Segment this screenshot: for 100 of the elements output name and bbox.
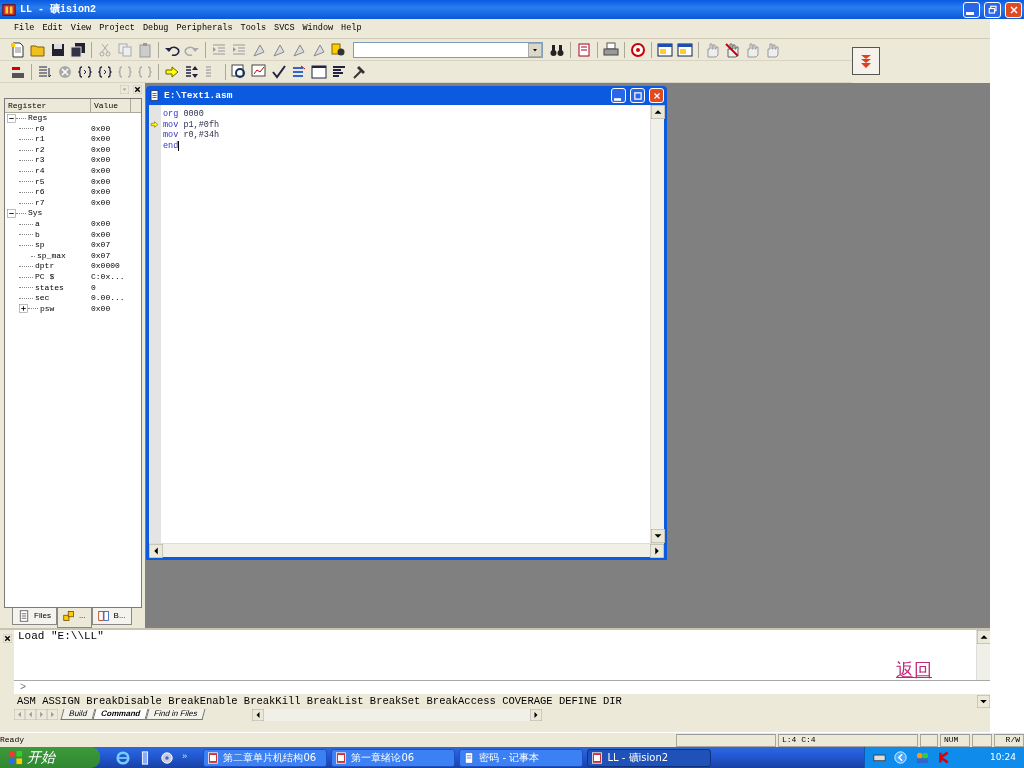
figures-icon[interactable] (915, 750, 930, 765)
output-tab[interactable]: Command (92, 709, 149, 720)
menu-item[interactable]: Peripherals (172, 23, 237, 34)
scroll-down-icon[interactable] (977, 695, 990, 708)
panel-tab[interactable]: ... (56, 608, 92, 628)
tree-item[interactable]: r5 (35, 176, 45, 188)
collapse-icon[interactable] (7, 209, 16, 219)
close-icon[interactable] (2, 634, 12, 643)
save-icon[interactable] (50, 41, 66, 58)
no-hand-icon[interactable] (724, 41, 740, 58)
printer-icon[interactable] (603, 41, 619, 58)
tree-item[interactable]: r6 (35, 187, 45, 198)
tree-item[interactable]: r3 (35, 155, 45, 166)
sort-icon[interactable] (184, 63, 200, 80)
minimize-button[interactable] (611, 88, 626, 103)
disc-icon[interactable] (160, 750, 174, 765)
expand-icon[interactable] (19, 304, 28, 314)
menu-item[interactable]: SVCS (270, 23, 299, 34)
maximize-button[interactable] (984, 1, 1001, 18)
tree-item[interactable]: PC $ (35, 271, 55, 283)
book-icon[interactable] (576, 41, 592, 58)
tree-item[interactable]: a (35, 218, 40, 230)
scroll-down-icon[interactable] (651, 529, 665, 543)
menu-item[interactable]: Edit (38, 23, 67, 34)
step-icon[interactable] (77, 63, 93, 80)
column-header[interactable]: Value (91, 99, 131, 112)
menu-item[interactable]: Help (337, 23, 366, 34)
panel-tab[interactable]: Files (12, 608, 57, 625)
minimize-button[interactable] (963, 1, 980, 18)
horizontal-scrollbar[interactable] (149, 543, 664, 557)
tree-item[interactable]: Regs (28, 113, 48, 124)
new-file-icon[interactable] (10, 41, 26, 58)
tree-item[interactable]: states (35, 282, 64, 294)
taskbar-button[interactable]: LL - 礦ision2 (587, 748, 712, 767)
task-label: LL - 礦ision2 (607, 751, 669, 764)
column-header[interactable]: Register (5, 99, 91, 112)
more-button[interactable]: » (182, 752, 188, 763)
hammer-icon[interactable] (351, 63, 367, 80)
app-icon (2, 2, 16, 17)
panel-tab[interactable]: B... (91, 608, 132, 625)
taskbar-button[interactable]: 第二章单片机结构06 (203, 748, 328, 767)
vertical-scrollbar[interactable] (650, 105, 664, 543)
browser-icon[interactable] (116, 750, 130, 765)
menu-item[interactable]: Debug (138, 23, 173, 34)
tree-item[interactable]: sp_max (37, 250, 66, 262)
horizontal-scrollbar[interactable] (252, 709, 543, 721)
chart-window-icon[interactable] (251, 63, 267, 80)
tree-item[interactable]: r0 (35, 123, 45, 135)
keyboard-icon[interactable] (873, 751, 886, 764)
find-in-files-icon[interactable] (331, 41, 347, 58)
expand-button[interactable] (852, 47, 880, 75)
bars-icon[interactable] (331, 63, 347, 80)
save-all-icon[interactable] (70, 41, 86, 58)
check-icon[interactable] (271, 63, 287, 80)
output-line: Load "E:\\LL" (18, 630, 105, 644)
scroll-left-icon[interactable] (149, 544, 163, 558)
restore-icon (986, 3, 999, 16)
tree-item[interactable]: b (35, 229, 40, 241)
tree-item[interactable]: r7 (35, 197, 45, 209)
taskbar-button[interactable]: 密码 - 记事本 (459, 748, 584, 767)
magnifier-icon[interactable] (231, 63, 247, 80)
close-button[interactable] (649, 88, 664, 103)
menu-item[interactable]: File (10, 23, 39, 34)
tree-item[interactable]: dptr (35, 261, 55, 272)
menu-item[interactable]: Window (298, 23, 338, 34)
task-label: 第一章绪论06 (351, 751, 415, 764)
list-icon[interactable] (37, 63, 53, 80)
chevron-icon[interactable] (894, 751, 907, 764)
taskbar-button[interactable]: 第一章绪论06 (331, 748, 456, 767)
scroll-left-icon[interactable] (252, 709, 265, 721)
panel-icon[interactable] (311, 63, 327, 80)
tree-item[interactable]: Sys (28, 208, 43, 219)
scroll-right-icon[interactable] (650, 544, 664, 558)
close-button[interactable] (1005, 1, 1022, 18)
scroll-right-icon[interactable] (530, 709, 543, 721)
step-over-icon[interactable] (97, 63, 113, 80)
tree-item[interactable]: r4 (35, 165, 45, 177)
register-value: 0x00 (91, 187, 111, 198)
menu-item[interactable]: Project (95, 23, 139, 34)
tree-item[interactable]: psw (40, 303, 55, 315)
menu-item[interactable]: Tools (236, 23, 271, 34)
window-icon[interactable] (677, 41, 693, 58)
scroll-up-icon[interactable] (977, 630, 991, 644)
tree-item[interactable]: r1 (35, 134, 45, 145)
tree-item[interactable]: sp (35, 240, 45, 251)
output-tab[interactable]: Find in Files (145, 709, 206, 720)
scroll-up-icon[interactable] (651, 105, 665, 119)
back-link[interactable]: 返回 (896, 659, 932, 681)
stack-icon[interactable] (291, 63, 307, 80)
menu-item[interactable]: View (66, 23, 96, 34)
collapse-icon[interactable] (7, 113, 16, 123)
debug-icon[interactable] (630, 41, 646, 58)
close-icon[interactable] (133, 85, 142, 94)
tree-item[interactable]: sec (35, 293, 50, 304)
start-button[interactable]: 开始 (0, 747, 100, 768)
maximize-button[interactable] (630, 88, 645, 103)
window-icon[interactable] (657, 41, 673, 58)
output-tab[interactable]: Build (60, 709, 96, 720)
vertical-scrollbar[interactable] (976, 630, 990, 680)
tree-item[interactable]: r2 (35, 144, 45, 156)
